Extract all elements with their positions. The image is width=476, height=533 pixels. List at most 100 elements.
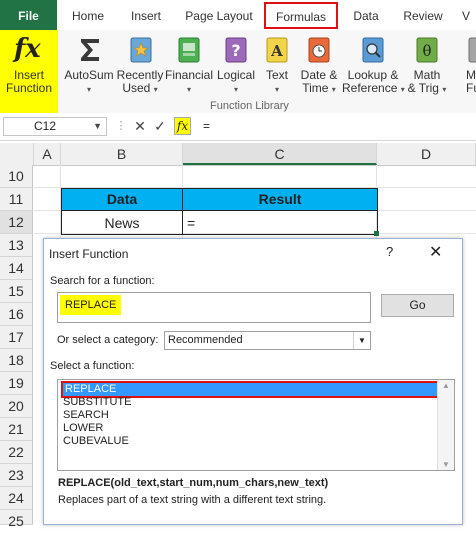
tab-insert[interactable]: Insert <box>122 0 170 30</box>
enter-icon[interactable]: ✓ <box>153 117 167 135</box>
scroll-down-icon[interactable]: ▼ <box>442 460 450 469</box>
function-library-group-label: Function Library <box>210 100 289 112</box>
column-header-c[interactable]: C <box>183 143 377 165</box>
math-trig-button[interactable]: θ Math & Trig ▾ <box>404 30 450 113</box>
date-time-label-2: Time ▾ <box>302 81 336 95</box>
chevron-down-icon[interactable]: ▼ <box>93 118 102 135</box>
cell-b12[interactable]: News <box>61 210 183 235</box>
insert-function-label-2: Function <box>5 81 53 95</box>
function-list-item[interactable]: SUBSTITUTE <box>63 396 131 409</box>
lookup-reference-label-2: Reference ▾ <box>342 81 405 95</box>
svg-text:?: ? <box>231 41 240 60</box>
tab-data[interactable]: Data <box>345 0 387 30</box>
dialog-title: Insert Function <box>49 247 129 261</box>
column-header-a[interactable]: A <box>34 143 61 165</box>
tab-formulas[interactable]: Formulas <box>264 2 338 29</box>
function-list-item[interactable]: CUBEVALUE <box>63 435 129 448</box>
cell-b11-header[interactable]: Data <box>61 188 183 211</box>
column-header-d[interactable]: D <box>377 143 476 165</box>
go-button[interactable]: Go <box>381 294 454 317</box>
search-input-value: REPLACE <box>60 295 122 315</box>
help-icon[interactable]: ? <box>386 244 393 259</box>
name-box[interactable]: C12 ▼ <box>3 117 107 136</box>
row-header[interactable]: 10 <box>0 165 33 188</box>
row-header[interactable]: 24 <box>0 487 33 510</box>
svg-text:A: A <box>270 42 283 60</box>
insert-function-button[interactable]: fx Insert Function <box>0 30 58 113</box>
calendar-clock-icon <box>308 37 330 63</box>
column-headers: A B C D <box>0 143 476 166</box>
column-header-b[interactable]: B <box>61 143 183 165</box>
financial-book-icon <box>178 37 200 63</box>
row-header[interactable]: 25 <box>0 510 33 529</box>
search-function-input[interactable]: REPLACE <box>57 292 371 323</box>
list-scrollbar[interactable]: ▲ ▼ <box>437 380 454 470</box>
tab-file[interactable]: File <box>0 0 57 30</box>
row-header[interactable]: 15 <box>0 280 33 303</box>
function-list-item[interactable]: LOWER <box>63 422 103 435</box>
select-function-label: Select a function: <box>50 360 135 372</box>
fill-handle[interactable] <box>374 231 379 236</box>
insert-function-dialog: Insert Function ? ✕ Search for a functio… <box>43 238 463 525</box>
search-label: Search for a function: <box>50 275 155 287</box>
row-header[interactable]: 13 <box>0 234 33 257</box>
logical-label: Logical <box>216 68 256 82</box>
chevron-down-icon: ▾ <box>186 85 191 94</box>
more-functions-book-icon <box>468 37 476 63</box>
financial-label: Financial <box>164 68 214 82</box>
function-list-item[interactable]: SEARCH <box>63 409 109 422</box>
financial-button[interactable]: Financial ▾ <box>164 30 214 113</box>
recently-used-label-2: Used ▾ <box>122 81 158 95</box>
math-trig-label-2: & Trig ▾ <box>407 81 447 95</box>
row-header[interactable]: 16 <box>0 303 33 326</box>
ribbon-tab-bar: File Home Insert Page Layout Formulas Da… <box>0 0 476 31</box>
row-header[interactable]: 18 <box>0 349 33 372</box>
row-header[interactable]: 21 <box>0 418 33 441</box>
row-header[interactable]: 20 <box>0 395 33 418</box>
autosum-label: AutoSum <box>64 68 114 82</box>
tab-home[interactable]: Home <box>66 0 110 30</box>
row-header[interactable]: 19 <box>0 372 33 395</box>
row-header[interactable]: 17 <box>0 326 33 349</box>
fx-icon: fx <box>14 34 41 64</box>
row-header[interactable]: 14 <box>0 257 33 280</box>
recently-used-button[interactable]: Recently Used ▾ <box>116 30 164 113</box>
select-all-corner[interactable] <box>0 143 34 165</box>
row-header[interactable]: 11 <box>0 188 33 211</box>
formula-input[interactable]: = <box>203 117 210 135</box>
formula-bar: C12 ▼ ⋮ ✕ ✓ fx = <box>0 113 476 141</box>
date-time-button[interactable]: Date & Time ▾ <box>296 30 342 113</box>
function-list[interactable]: REPLACE SUBSTITUTE SEARCH LOWER CUBEVALU… <box>57 379 455 471</box>
tab-view[interactable]: V <box>456 0 476 30</box>
ribbon-formulas: fx Insert Function AutoSum ▾ Recently Us… <box>0 30 476 114</box>
category-label: Or select a category: <box>57 334 159 346</box>
function-signature: REPLACE(old_text,start_num,num_chars,new… <box>58 477 329 489</box>
chevron-down-icon[interactable]: ▼ <box>353 332 370 349</box>
theta-book-icon: θ <box>416 37 438 63</box>
chevron-down-icon: ▾ <box>274 85 279 94</box>
scroll-up-icon[interactable]: ▲ <box>442 381 450 390</box>
autosum-button[interactable]: AutoSum ▾ <box>62 30 116 113</box>
question-book-icon: ? <box>225 37 247 63</box>
row-header[interactable]: 12 <box>0 211 33 234</box>
insert-function-fx-button[interactable]: fx <box>174 117 191 135</box>
cell-c12-active[interactable]: = <box>182 210 378 235</box>
lookup-reference-button[interactable]: Lookup & Reference ▾ <box>342 30 405 113</box>
row-header[interactable]: 23 <box>0 464 33 487</box>
magnifier-book-icon <box>362 37 384 63</box>
more-options-icon: ⋮ <box>115 120 127 132</box>
category-select[interactable]: Recommended ▼ <box>164 331 371 350</box>
chevron-down-icon: ▾ <box>86 85 91 94</box>
name-box-value: C12 <box>34 119 57 133</box>
svg-text:θ: θ <box>422 42 431 60</box>
text-label: Text <box>265 68 288 82</box>
sigma-icon <box>81 39 99 61</box>
tab-review[interactable]: Review <box>396 0 450 30</box>
row-header[interactable]: 22 <box>0 441 33 464</box>
more-functions-button[interactable]: M Fu <box>452 30 476 113</box>
category-select-value: Recommended <box>168 334 243 346</box>
cell-c11-header[interactable]: Result <box>182 188 378 211</box>
tab-page-layout[interactable]: Page Layout <box>180 0 258 30</box>
cancel-icon[interactable]: ✕ <box>133 117 147 135</box>
close-icon[interactable]: ✕ <box>429 242 442 262</box>
